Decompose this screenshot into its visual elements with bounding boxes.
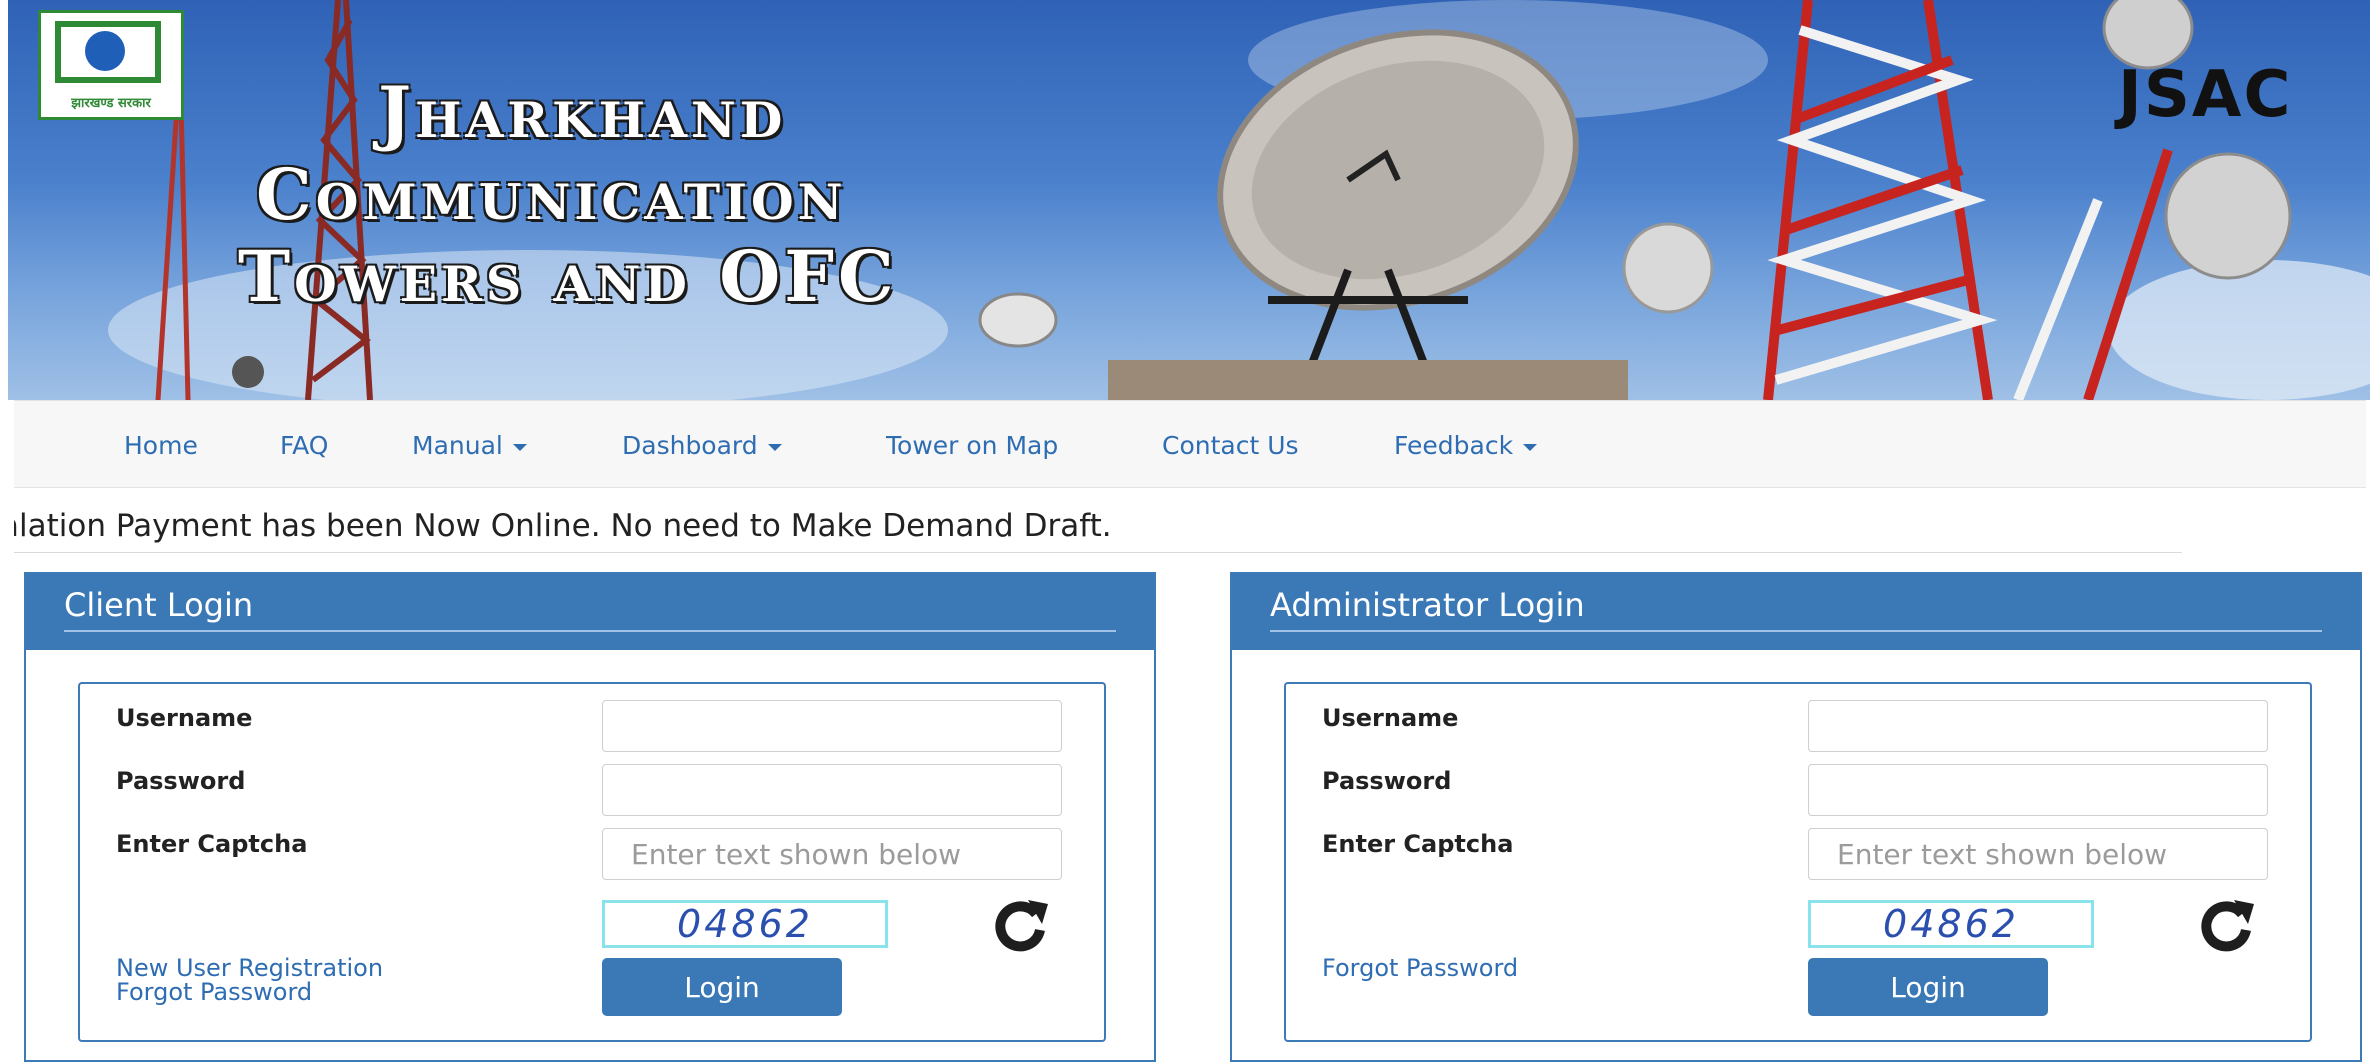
admin-username-input[interactable] xyxy=(1808,700,2268,752)
panel-header: Administrator Login xyxy=(1232,574,2360,650)
nav-manual-dropdown[interactable]: Manual xyxy=(412,431,527,460)
jharkhand-emblem-logo: झारखण्ड सरकार xyxy=(38,10,184,120)
emblem-caption: झारखण्ड सरकार xyxy=(71,96,151,111)
site-title-line3: Towers and OFC xyxy=(238,235,898,318)
divider xyxy=(1270,630,2322,632)
admin-login-panel: Administrator Login Username Password En… xyxy=(1230,572,2362,1062)
client-login-title: Client Login xyxy=(64,586,254,624)
admin-password-input[interactable] xyxy=(1808,764,2268,816)
admin-login-title: Administrator Login xyxy=(1270,586,1585,624)
client-captcha-input[interactable] xyxy=(602,828,1062,880)
admin-forgot-password-link[interactable]: Forgot Password xyxy=(1322,954,1518,982)
caret-down-icon xyxy=(1523,443,1538,451)
username-label: Username xyxy=(116,704,253,732)
captcha-image: 04862 xyxy=(602,900,888,948)
client-login-panel: Client Login Username Password Enter Cap… xyxy=(24,572,1156,1062)
nav-manual-label: Manual xyxy=(412,431,503,460)
nav-feedback-label: Feedback xyxy=(1394,431,1514,460)
site-title: Jharkhand Communication Towers and OFC xyxy=(228,72,898,318)
client-username-input[interactable] xyxy=(602,700,1062,752)
captcha-image: 04862 xyxy=(1808,900,2094,948)
site-title-line1: Jharkhand xyxy=(378,71,787,154)
admin-captcha-input[interactable] xyxy=(1808,828,2268,880)
notice-text: alation Payment has been Now Online. No … xyxy=(14,508,1112,544)
admin-login-button[interactable]: Login xyxy=(1808,958,2048,1016)
nav-dashboard-label: Dashboard xyxy=(622,431,758,460)
notice-marquee: alation Payment has been Now Online. No … xyxy=(14,508,2182,553)
client-password-input[interactable] xyxy=(602,764,1062,816)
caret-down-icon xyxy=(512,443,527,451)
captcha-label: Enter Captcha xyxy=(116,830,308,858)
nav-faq[interactable]: FAQ xyxy=(280,431,328,460)
password-label: Password xyxy=(1322,767,1452,795)
client-login-button[interactable]: Login xyxy=(602,958,842,1016)
refresh-captcha-icon[interactable] xyxy=(992,896,1052,956)
nav-dashboard-dropdown[interactable]: Dashboard xyxy=(622,431,782,460)
divider xyxy=(64,630,1116,632)
nav-contact-us[interactable]: Contact Us xyxy=(1162,431,1299,460)
client-forgot-password-link[interactable]: Forgot Password xyxy=(116,978,312,1006)
main-navbar: Home FAQ Manual Dashboard Tower on Map C… xyxy=(14,400,2366,488)
refresh-captcha-icon[interactable] xyxy=(2198,896,2258,956)
header-banner: झारखण्ड सरकार Jharkhand Communication To… xyxy=(8,0,2370,400)
jsac-logo: JSAC xyxy=(2118,58,2293,132)
ashoka-wheel-icon xyxy=(85,31,125,71)
nav-tower-on-map[interactable]: Tower on Map xyxy=(886,431,1058,460)
captcha-label: Enter Captcha xyxy=(1322,830,1514,858)
nav-home[interactable]: Home xyxy=(124,431,198,460)
nav-feedback-dropdown[interactable]: Feedback xyxy=(1394,431,1538,460)
panel-header: Client Login xyxy=(26,574,1154,650)
username-label: Username xyxy=(1322,704,1459,732)
site-title-line2: Communication xyxy=(256,153,847,236)
caret-down-icon xyxy=(767,443,782,451)
admin-login-form: Username Password Enter Captcha 04862 Fo… xyxy=(1284,682,2312,1042)
password-label: Password xyxy=(116,767,246,795)
client-login-form: Username Password Enter Captcha 04862 Ne… xyxy=(78,682,1106,1042)
